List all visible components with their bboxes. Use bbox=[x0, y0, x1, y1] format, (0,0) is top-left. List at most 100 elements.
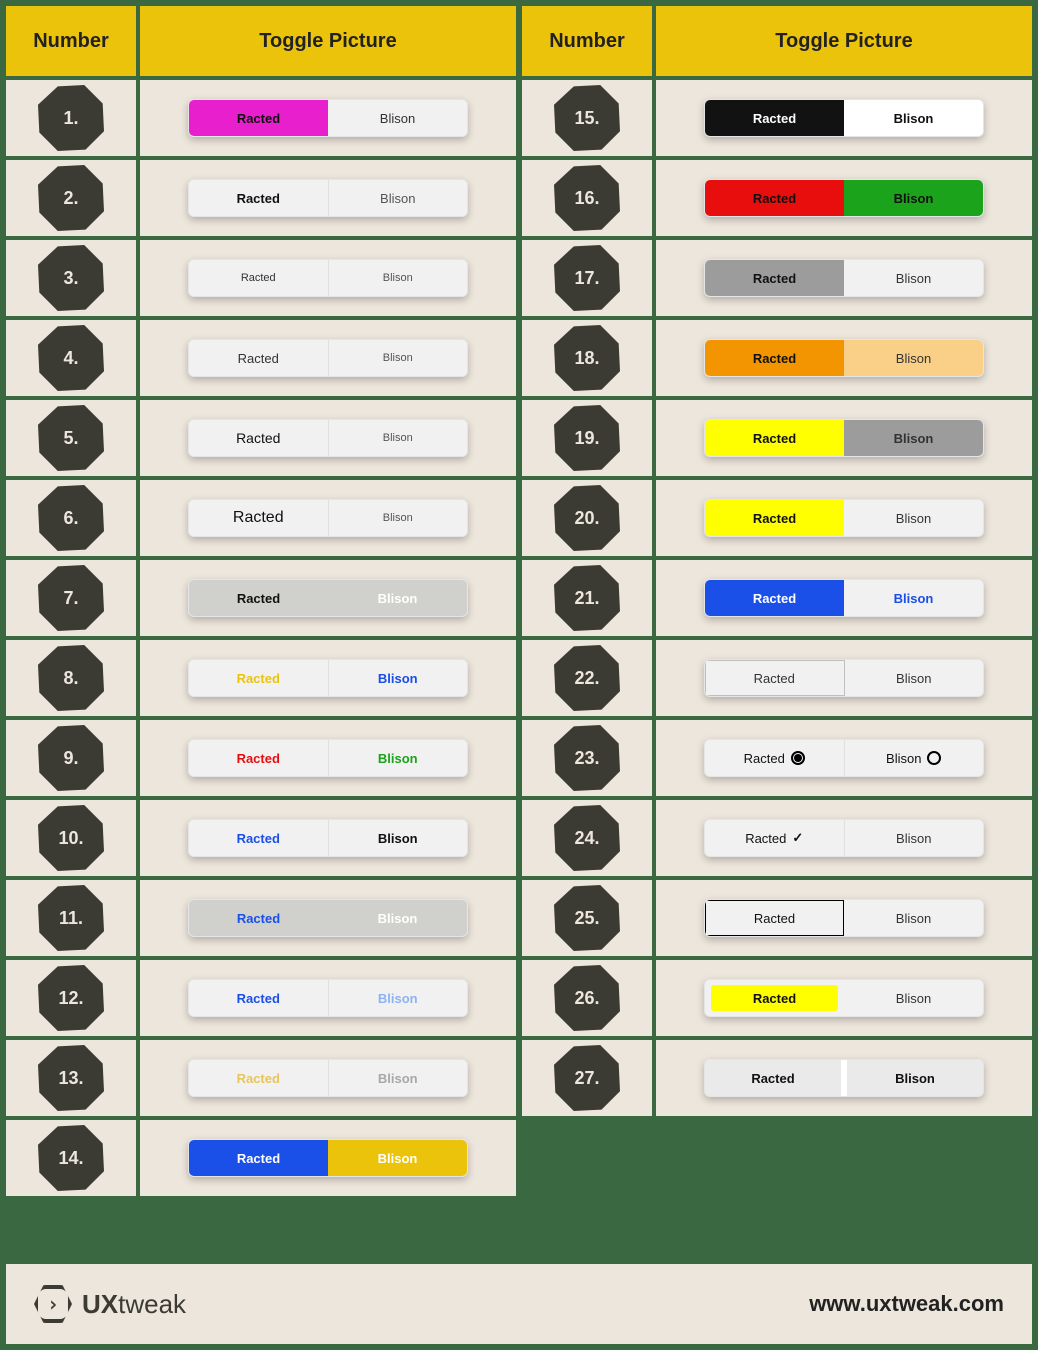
toggle-segment-right[interactable]: Blison bbox=[329, 660, 468, 696]
toggle-segment-left[interactable]: Racted bbox=[189, 1060, 329, 1096]
toggle-segment-right[interactable]: Blison bbox=[844, 900, 983, 936]
toggle-segment-right[interactable]: Blison bbox=[329, 260, 468, 296]
toggle-label: Blison bbox=[378, 911, 418, 926]
toggle-segment-right[interactable]: Blison bbox=[329, 420, 468, 456]
toggle-segment-left[interactable]: Racted bbox=[189, 260, 329, 296]
toggle[interactable]: RactedBlison bbox=[188, 259, 468, 297]
toggle[interactable]: Racted Blison bbox=[704, 659, 984, 697]
toggle-segment-right[interactable]: Blison bbox=[844, 500, 983, 536]
toggle-segment-right[interactable]: Blison bbox=[328, 100, 467, 136]
toggle-segment-right[interactable]: Blison bbox=[844, 980, 983, 1016]
radio-empty-icon bbox=[927, 751, 941, 765]
toggle-segment-left[interactable]: Racted bbox=[705, 420, 844, 456]
table-row: 26. RactedBlison bbox=[522, 960, 1032, 1036]
toggle[interactable]: RactedBlison bbox=[188, 819, 468, 857]
toggle-segment-left[interactable]: Racted bbox=[705, 980, 844, 1016]
toggle[interactable]: RactedBlison bbox=[704, 739, 984, 777]
toggle-segment-left[interactable]: Racted bbox=[189, 180, 329, 216]
picture-cell: RactedBlison bbox=[656, 320, 1032, 396]
toggle-segment-right[interactable]: Blison bbox=[328, 900, 467, 936]
number-badge: 22. bbox=[554, 645, 620, 711]
toggle-segment-left[interactable]: Racted bbox=[705, 180, 844, 216]
toggle-segment-right[interactable]: Blison bbox=[844, 180, 983, 216]
toggle[interactable]: RactedBlison bbox=[188, 1139, 468, 1177]
toggle-segment-left[interactable]: Racted bbox=[705, 340, 844, 376]
toggle[interactable]: RactedBlison bbox=[704, 179, 984, 217]
toggle[interactable]: RactedBlison bbox=[188, 179, 468, 217]
toggle[interactable]: RactedBlison bbox=[704, 1059, 984, 1097]
number-badge: 5. bbox=[38, 405, 104, 471]
toggle[interactable]: RactedBlison bbox=[188, 579, 468, 617]
toggle-segment-left[interactable]: Racted bbox=[189, 900, 328, 936]
toggle-label: Blison bbox=[896, 671, 931, 686]
toggle[interactable]: RactedBlison bbox=[704, 579, 984, 617]
toggle-label: Blison bbox=[380, 111, 415, 126]
toggle[interactable]: RactedBlison bbox=[704, 259, 984, 297]
number-cell: 7. bbox=[6, 560, 136, 636]
toggle[interactable]: RactedBlison bbox=[704, 99, 984, 137]
toggle-segment-left[interactable]: Racted bbox=[705, 500, 844, 536]
toggle-segment-left[interactable]: Racted bbox=[705, 260, 844, 296]
toggle-segment-left[interactable]: Racted bbox=[189, 500, 329, 536]
toggle-segment-right[interactable]: Blison bbox=[844, 340, 983, 376]
toggle-segment-left[interactable]: Racted✓ bbox=[705, 820, 845, 856]
toggle-segment-left[interactable]: Racted bbox=[705, 100, 844, 136]
number-cell: 2. bbox=[6, 160, 136, 236]
toggle[interactable]: RactedBlison bbox=[704, 419, 984, 457]
toggle[interactable]: Racted Blison bbox=[188, 99, 468, 137]
number-badge: 21. bbox=[554, 565, 620, 631]
toggle[interactable]: RactedBlison bbox=[188, 659, 468, 697]
toggle-segment-left[interactable]: Racted bbox=[705, 1060, 847, 1096]
toggle-label: Racted bbox=[236, 430, 280, 446]
toggle-segment-left[interactable]: Racted bbox=[705, 580, 844, 616]
toggle-segment-right[interactable]: Blison bbox=[329, 500, 468, 536]
toggle-segment-left[interactable]: Racted bbox=[189, 580, 328, 616]
toggle-segment-left[interactable]: Racted bbox=[705, 900, 844, 936]
picture-cell: RactedBlison bbox=[140, 320, 516, 396]
table-row: 12.RactedBlison bbox=[6, 960, 516, 1036]
toggle[interactable]: RactedBlison bbox=[188, 739, 468, 777]
toggle[interactable]: RactedBlison bbox=[704, 979, 984, 1017]
toggle-segment-right[interactable]: Blison bbox=[329, 340, 468, 376]
toggle-segment-right[interactable]: Blison bbox=[845, 740, 984, 776]
toggle[interactable]: RactedBlison bbox=[704, 339, 984, 377]
toggle-segment-right[interactable]: Blison bbox=[329, 740, 468, 776]
toggle[interactable]: Racted Blison bbox=[188, 419, 468, 457]
toggle[interactable]: RactedBlison bbox=[188, 1059, 468, 1097]
toggle[interactable]: Racted✓Blison bbox=[704, 819, 984, 857]
toggle-segment-left[interactable]: Racted bbox=[705, 660, 845, 696]
number-badge: 1. bbox=[38, 85, 104, 151]
toggle-segment-right[interactable]: Blison bbox=[844, 580, 983, 616]
toggle[interactable]: Racted Blison bbox=[704, 899, 984, 937]
toggle-segment-right[interactable]: Blison bbox=[844, 100, 983, 136]
toggle-segment-right[interactable]: Blison bbox=[329, 180, 468, 216]
toggle-segment-right[interactable]: Blison bbox=[844, 260, 983, 296]
toggle[interactable]: RactedBlison bbox=[188, 499, 468, 537]
toggle-segment-right[interactable]: Blison bbox=[329, 820, 468, 856]
toggle[interactable]: Racted Blison bbox=[188, 899, 468, 937]
toggle-segment-left[interactable]: Racted bbox=[189, 980, 329, 1016]
toggle-segment-left[interactable]: Racted bbox=[189, 340, 329, 376]
toggle-segment-right[interactable]: Blison bbox=[329, 1060, 468, 1096]
toggle-segment-right[interactable]: Blison bbox=[845, 660, 984, 696]
toggle-segment-right[interactable]: Blison bbox=[329, 980, 468, 1016]
toggle[interactable]: RactedBlison bbox=[188, 339, 468, 377]
toggle-segment-right[interactable]: Blison bbox=[845, 820, 984, 856]
toggle-segment-left[interactable]: Racted bbox=[189, 420, 329, 456]
toggle[interactable]: RactedBlison bbox=[704, 499, 984, 537]
toggle-segment-left[interactable]: Racted bbox=[705, 740, 845, 776]
number-cell: 26. bbox=[522, 960, 652, 1036]
toggle-segment-right[interactable]: Blison bbox=[844, 420, 983, 456]
table-row: 2. RactedBlison bbox=[6, 160, 516, 236]
toggle[interactable]: RactedBlison bbox=[188, 979, 468, 1017]
toggle-segment-left[interactable]: Racted bbox=[189, 820, 329, 856]
toggle-segment-left[interactable]: Racted bbox=[189, 100, 328, 136]
toggle-segment-right[interactable]: Blison bbox=[847, 1060, 983, 1096]
toggle-segment-left[interactable]: Racted bbox=[189, 660, 329, 696]
header-number: Number bbox=[522, 6, 652, 76]
toggle-segment-right[interactable]: Blison bbox=[328, 1140, 467, 1176]
toggle-segment-right[interactable]: Blison bbox=[328, 580, 467, 616]
toggle-segment-left[interactable]: Racted bbox=[189, 740, 329, 776]
toggle-segment-left[interactable]: Racted bbox=[189, 1140, 328, 1176]
toggle-label: Racted bbox=[754, 911, 795, 926]
